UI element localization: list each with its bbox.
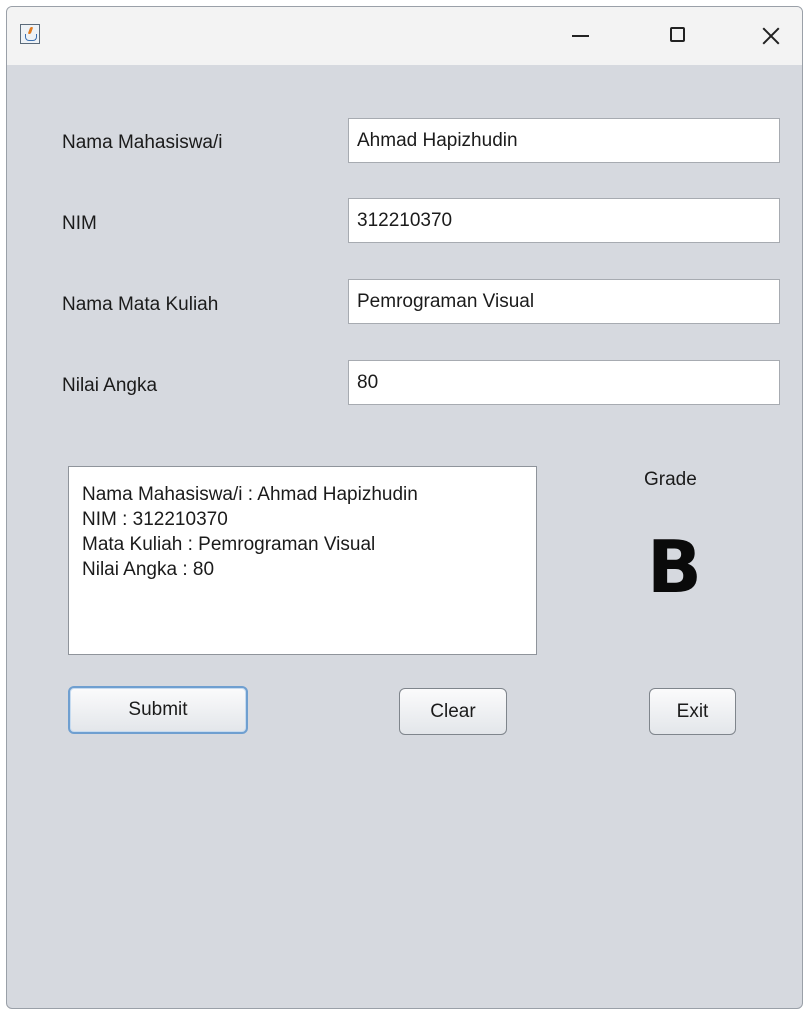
grade-label: Grade <box>644 469 697 490</box>
result-text-area[interactable]: Nama Mahasiswa/i : Ahmad Hapizhudin NIM … <box>68 466 537 655</box>
exit-button[interactable]: Exit <box>649 688 736 735</box>
minimize-button[interactable] <box>559 15 603 55</box>
nama-mahasiswa-label: Nama Mahasiswa/i <box>62 132 223 153</box>
clear-button[interactable]: Clear <box>399 688 507 735</box>
nama-mahasiswa-input[interactable] <box>348 118 780 163</box>
maximize-button[interactable] <box>656 15 700 55</box>
nilai-angka-input[interactable] <box>348 360 780 405</box>
nama-mata-kuliah-label: Nama Mata Kuliah <box>62 294 219 315</box>
java-app-icon[interactable] <box>20 24 40 44</box>
minimize-icon <box>572 35 589 37</box>
nilai-angka-label: Nilai Angka <box>62 375 158 396</box>
app-window: Nama Mahasiswa/i NIM Nama Mata Kuliah Ni… <box>6 6 803 1009</box>
title-bar[interactable] <box>7 7 802 65</box>
submit-button[interactable]: Submit <box>68 686 248 734</box>
grade-value: B <box>647 525 702 609</box>
java-cup-shape <box>25 34 37 41</box>
nama-mata-kuliah-input[interactable] <box>348 279 780 324</box>
nim-input[interactable] <box>348 198 780 243</box>
java-steam-shape <box>27 27 34 34</box>
maximize-icon <box>670 27 685 42</box>
close-button[interactable] <box>749 15 793 55</box>
nim-label: NIM <box>62 213 97 234</box>
